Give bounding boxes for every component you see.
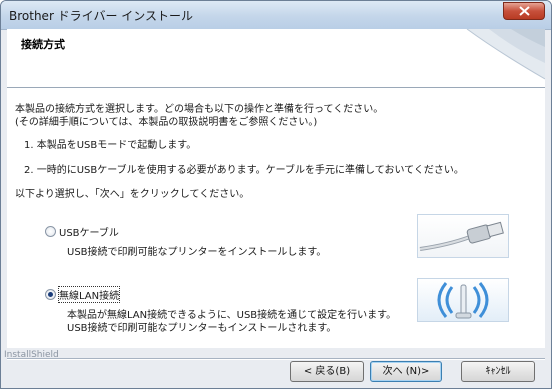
step-2-text: 2. 一時的にUSBケーブルを使用する必要があります。ケーブルを手元に準備してお… — [24, 165, 464, 176]
cancel-button[interactable]: ｷｬﾝｾﾙ — [461, 361, 535, 382]
page-title: 接続方式 — [21, 38, 65, 51]
wireless-lan-option-label[interactable]: 無線LAN接続 — [57, 286, 121, 303]
instruction-text: 以下より選択し、「次へ」をクリックしてください。 — [15, 189, 250, 200]
usb-cable-icon — [419, 221, 504, 251]
window-title: Brother ドライバー インストール — [9, 9, 194, 23]
wizard-header: 接続方式 — [7, 29, 545, 88]
footer-divider — [7, 358, 545, 360]
close-button[interactable] — [503, 2, 545, 20]
usb-radio[interactable] — [45, 226, 56, 237]
close-icon — [519, 6, 530, 16]
wireless-lan-image — [417, 278, 509, 322]
back-button[interactable]: < 戻る(B) — [290, 361, 364, 382]
usb-option-description: USB接続で印刷可能なプリンターをインストールします。 — [67, 247, 327, 258]
wireless-lan-radio[interactable] — [45, 289, 56, 300]
wizard-content: 本製品の接続方式を選択します。どの場合も以下の操作と準備を行ってください。 (そ… — [7, 88, 545, 348]
usb-option-label[interactable]: USBケーブル — [59, 224, 119, 239]
wireless-signal-icon — [437, 282, 489, 319]
installer-window: Brother ドライバー インストール 接続方式 本製品の接続方式を選択します… — [0, 0, 552, 389]
wireless-lan-description-line-2: USB接続で印刷可能なプリンターもインストールされます。 — [67, 323, 337, 334]
intro-line-2: (その詳細手順については、本製品の取扱説明書をご参照ください。) — [15, 117, 318, 128]
step-1-text: 1. 本製品をUSBモードで起動します。 — [24, 140, 197, 151]
installshield-brand: InstallShield — [4, 350, 59, 360]
usb-cable-image — [417, 214, 509, 258]
title-bar[interactable]: Brother ドライバー インストール — [1, 1, 551, 30]
next-button[interactable]: 次へ (N)> — [370, 361, 442, 382]
header-decoration-icon — [466, 29, 545, 80]
